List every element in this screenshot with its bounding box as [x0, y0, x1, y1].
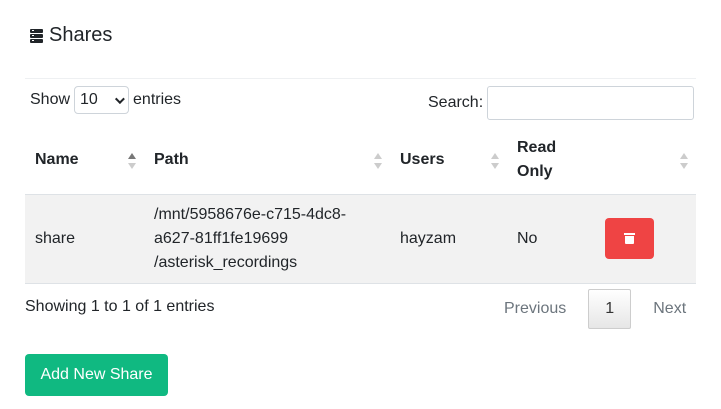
column-header-read-only[interactable]: Read Only: [507, 126, 593, 195]
entries-select[interactable]: 10: [74, 86, 130, 114]
column-header-users[interactable]: Users: [390, 126, 507, 195]
table-header-row: Name Path Users Read Only: [25, 126, 696, 195]
entries-length-control: Show 10 entries: [30, 86, 181, 114]
sort-icon: [680, 153, 688, 169]
path-line: a627-81ff1fe19699: [154, 229, 289, 247]
entries-select-value: 10: [80, 91, 98, 108]
search-label: Search:: [428, 94, 484, 111]
sort-icon: [491, 153, 499, 169]
server-icon: [30, 28, 43, 43]
table-info: Showing 1 to 1 of 1 entries: [25, 298, 215, 315]
search-control: Search:: [428, 86, 695, 120]
trash-icon: [624, 233, 635, 244]
divider: [25, 78, 696, 79]
previous-page-button[interactable]: Previous: [492, 300, 578, 318]
column-header-actions[interactable]: [593, 126, 696, 195]
shares-table: Name Path Users Read Only share /mnt/595…: [25, 126, 696, 284]
column-header-path[interactable]: Path: [144, 126, 390, 195]
sort-icon: [128, 153, 136, 169]
delete-share-button[interactable]: [605, 218, 654, 259]
table-row: share /mnt/5958676e-c715-4dc8- a627-81ff…: [25, 194, 696, 284]
chevron-down-icon: [114, 93, 125, 104]
cell-users: hayzam: [390, 194, 507, 284]
cell-name: share: [25, 194, 144, 284]
cell-read-only: No: [507, 194, 593, 284]
next-page-button[interactable]: Next: [641, 300, 698, 318]
pagination: Previous 1 Next: [492, 289, 698, 329]
cell-actions: [593, 194, 696, 284]
cell-path: /mnt/5958676e-c715-4dc8- a627-81ff1fe196…: [144, 194, 390, 284]
search-input[interactable]: [487, 86, 695, 120]
add-new-share-button[interactable]: Add New Share: [25, 354, 168, 396]
path-line: /mnt/5958676e-c715-4dc8-: [154, 205, 347, 223]
sort-icon: [374, 153, 382, 169]
entries-label: entries: [133, 91, 182, 108]
column-header-name[interactable]: Name: [25, 126, 144, 195]
page-button-1[interactable]: 1: [588, 289, 632, 329]
show-label: Show: [30, 91, 71, 108]
path-line: /asterisk_recordings: [154, 253, 298, 271]
page-header: Shares: [30, 24, 112, 47]
page-title: Shares: [49, 24, 113, 46]
